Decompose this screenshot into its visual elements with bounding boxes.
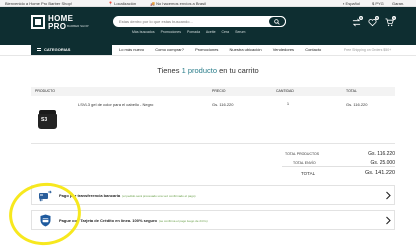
search-input[interactable] <box>119 17 267 26</box>
table-row: S3 LSVL3 gel de color para el cabello - … <box>31 98 395 144</box>
grand-total-label: TOTAL <box>301 171 316 176</box>
quick-link[interactable]: Promociones <box>161 30 181 34</box>
product-image-label: S3 <box>41 117 48 123</box>
welcome-text: Bienvenido a Home Pro Barber Shop! <box>5 1 72 6</box>
column-header-total: TOTAL <box>346 89 357 93</box>
product-price: Gs. 116.220 <box>212 102 234 107</box>
cart-count-badge: 1 <box>392 16 396 20</box>
product-name-link[interactable]: LSVL3 gel de color para el cabello - Neg… <box>78 102 153 107</box>
quantity-field[interactable]: 1 <box>283 101 293 106</box>
location-label: Localización <box>114 1 137 6</box>
currency-label: PYG <box>375 1 384 6</box>
location-link[interactable]: 📍 Localización <box>108 0 136 7</box>
guarantee-link[interactable]: Garan. <box>392 0 404 7</box>
payment-option-bank-transfer[interactable]: Pago por transferencia bancaria (el pedid… <box>31 185 395 205</box>
cart-title-count: 1 producto <box>181 66 218 75</box>
top-bar: Bienvenido a Home Pro Barber Shop! 📍 Loc… <box>0 0 416 7</box>
language-selector[interactable]: ▪ Español <box>343 0 360 7</box>
search-bar <box>113 16 286 27</box>
nav-link-promotions[interactable]: Promociones <box>195 47 218 52</box>
compare-count-badge: 0 <box>359 16 363 20</box>
cart-title-suffix: en tu carrito <box>219 66 259 75</box>
quick-link[interactable]: Más buscados <box>132 30 155 34</box>
search-button[interactable] <box>268 16 286 27</box>
payment-title-text: Pago por transferencia bancaria <box>59 193 121 198</box>
nav-link-contact[interactable]: Contacto <box>305 47 321 52</box>
shipping-notice: 🚚 No hacemos envíos a Brasil <box>150 1 206 6</box>
shipping-notice-label: No hacemos envíos a Brasil <box>156 1 206 6</box>
nav-link-how-to-buy[interactable]: Como comprar? <box>155 47 184 52</box>
quick-link[interactable]: Serum <box>235 30 245 34</box>
nav-link-new[interactable]: Lo más nuevo <box>119 47 144 52</box>
categories-button[interactable]: CATEGORIAS <box>31 45 112 55</box>
main-nav: CATEGORIAS Lo más nuevo Como comprar? Pr… <box>0 45 416 56</box>
payment-option-credit-card[interactable]: Pague con Tarjeta de Crédito en línea. 1… <box>31 210 395 230</box>
grand-total-value: Gs. 141.220 <box>365 170 395 176</box>
menu-icon <box>37 48 41 52</box>
secure-card-shield-icon <box>40 214 51 227</box>
cart-title: Tienes 1 producto en tu carrito <box>0 66 416 75</box>
quick-link[interactable]: Aceite <box>206 30 216 34</box>
quick-links: Más buscados Promociones Pomada Aceite C… <box>132 30 250 34</box>
totals-divider <box>282 166 395 167</box>
site-logo[interactable]: HOME PRO BARBER SHOP <box>31 14 89 39</box>
total-shipping-label: TOTAL ENVÍO <box>293 161 316 165</box>
column-header-quantity: CANTIDAD <box>276 89 294 93</box>
chevron-right-icon <box>386 191 391 200</box>
cart-title-prefix: Tienes <box>157 66 180 75</box>
quick-link[interactable]: Pomada <box>187 30 200 34</box>
nav-links: Lo más nuevo Como comprar? Promociones N… <box>119 45 331 55</box>
row-total: Gs. 116.220 <box>346 102 368 107</box>
payment-title-text: Pague con Tarjeta de Crédito en línea. 1… <box>59 218 157 223</box>
categories-label: CATEGORIAS <box>44 47 71 52</box>
quick-link[interactable]: Cera <box>222 30 230 34</box>
payment-option-title: Pago por transferencia bancaria (el pedid… <box>59 193 196 198</box>
product-image[interactable]: S3 <box>38 110 57 130</box>
total-products-value: Gs. 116.220 <box>368 151 395 157</box>
payment-subtitle: (se confirma el pago luego de 24 hs) <box>158 219 208 223</box>
currency-selector[interactable]: $ PYG <box>372 0 384 7</box>
language-label: Español <box>345 1 360 6</box>
wishlist-count-badge: 0 <box>375 16 379 20</box>
logo-line-2: PRO <box>48 22 67 31</box>
cart-table-header: PRODUCTO PRECIO CANTIDAD TOTAL <box>31 87 395 96</box>
payment-option-title: Pague con Tarjeta de Crédito en línea. 1… <box>59 218 208 223</box>
chevron-right-icon <box>386 216 391 225</box>
total-products-label: TOTAL PRODUCTOS <box>285 152 320 156</box>
free-shipping-note: Free Shipping on Orders $50+ <box>344 48 392 52</box>
nav-link-location[interactable]: Nuestra ubicación <box>230 47 262 52</box>
bank-transfer-icon <box>39 190 52 202</box>
search-icon <box>274 18 280 25</box>
nav-link-sellers[interactable]: Vendedores <box>273 47 294 52</box>
payment-subtitle: (el pedido será procesado una vez confir… <box>122 194 196 198</box>
column-header-product: PRODUCTO <box>35 89 55 93</box>
column-header-price: PRECIO <box>212 89 226 93</box>
logo-tagline: BARBER SHOP <box>67 24 89 28</box>
logo-mark <box>31 15 45 29</box>
site-header: HOME PRO BARBER SHOP Más buscados Promoc… <box>0 7 416 45</box>
